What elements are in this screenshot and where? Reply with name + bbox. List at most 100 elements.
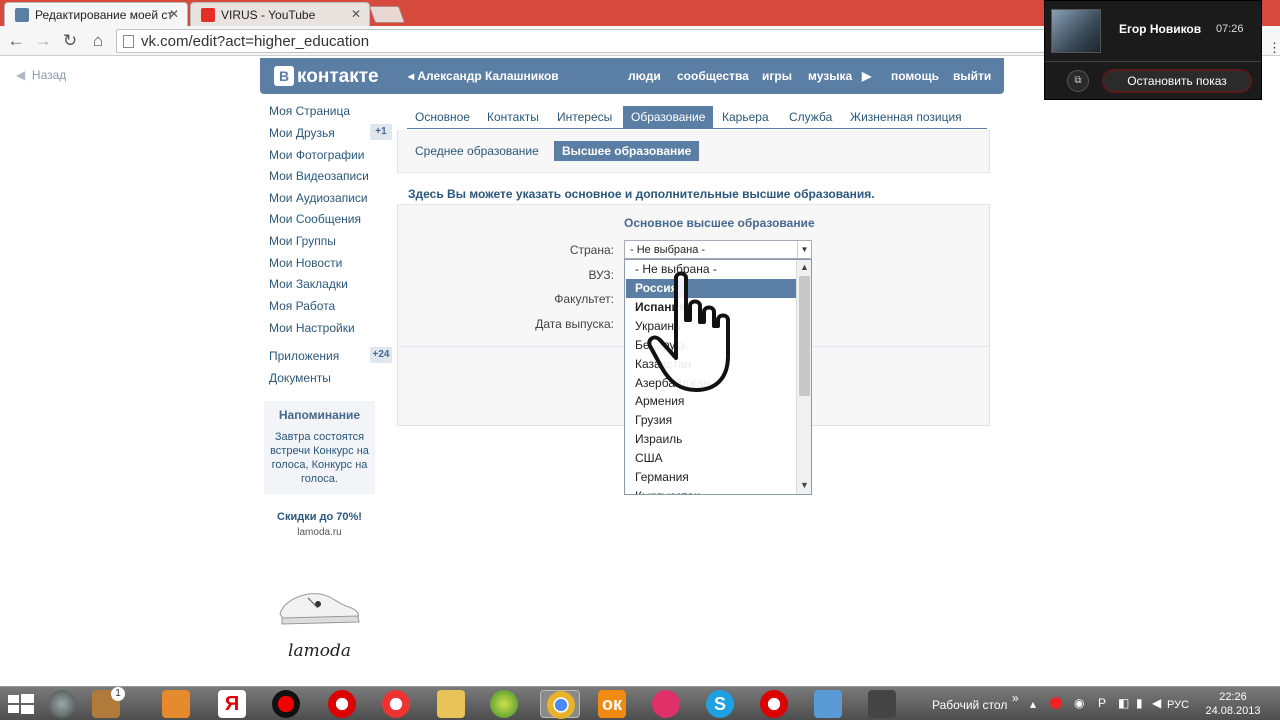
clock-date: 24.08.2013: [1205, 705, 1261, 717]
section-title: Основное высшее образование: [624, 216, 815, 230]
nav-logout[interactable]: выйти: [953, 69, 991, 83]
nav-people[interactable]: люди: [628, 69, 661, 83]
scroll-down-icon[interactable]: ▼: [799, 480, 810, 490]
forward-arrow-icon[interactable]: →: [32, 30, 54, 52]
sidebar-item-groups[interactable]: Мои Группы: [269, 234, 336, 248]
language-indicator[interactable]: РУС: [1167, 699, 1189, 711]
close-icon[interactable]: ✕: [351, 7, 361, 21]
lamoda-logo[interactable]: lamoda: [264, 641, 375, 661]
sneaker-ad-image[interactable]: [274, 580, 364, 630]
tab-youtube[interactable]: VIRUS - YouTube ✕: [190, 2, 370, 26]
control-panel-icon[interactable]: [814, 690, 842, 718]
reload-icon[interactable]: ↻: [59, 30, 81, 52]
lifebuoy-icon[interactable]: [382, 690, 410, 718]
sidebar-item-apps[interactable]: Приложения: [269, 349, 339, 363]
menu-dots-icon[interactable]: ⋮: [1268, 40, 1280, 60]
app-icon[interactable]: [490, 690, 518, 718]
chevron-icon[interactable]: »: [1012, 691, 1019, 705]
sidebar-item-bookmarks[interactable]: Мои Закладки: [269, 277, 348, 291]
stop-sharing-button[interactable]: Остановить показ: [1102, 69, 1252, 93]
sharing-user-name: Егор Новиков: [1119, 22, 1202, 36]
sidebar-item-friends[interactable]: Мои Друзья: [269, 126, 335, 140]
sidebar-item-photos[interactable]: Мои Фотографии: [269, 148, 364, 162]
new-tab-button[interactable]: [368, 6, 406, 23]
media-player-icon[interactable]: [162, 690, 190, 718]
opera-icon[interactable]: [328, 690, 356, 718]
address-bar[interactable]: vk.com/edit?act=higher_education: [116, 29, 1046, 53]
tab-career[interactable]: Карьера: [714, 106, 777, 128]
camera-icon[interactable]: [868, 690, 896, 718]
chrome-icon[interactable]: [540, 690, 580, 719]
close-icon[interactable]: ✕: [169, 7, 179, 21]
triangle-left-icon: ◂: [408, 69, 415, 83]
skype-icon[interactable]: S: [706, 690, 734, 718]
volume-icon[interactable]: ◀: [1152, 696, 1161, 710]
sidebar-item-my-page[interactable]: Моя Страница: [269, 104, 350, 118]
nav-games[interactable]: игры: [762, 69, 792, 83]
ad-block[interactable]: Скидки до 70%! lamoda.ru: [264, 511, 375, 538]
sidebar-item-settings[interactable]: Мои Настройки: [269, 321, 355, 335]
subtab-higher-education[interactable]: Высшее образование: [554, 141, 700, 161]
sidebar-item-videos[interactable]: Мои Видеозаписи: [269, 169, 369, 183]
tab-basic[interactable]: Основное: [407, 106, 478, 128]
sidebar-item-news[interactable]: Мои Новости: [269, 256, 342, 270]
desktop-toolbar-label[interactable]: Рабочий стол: [932, 698, 1007, 712]
tab-service[interactable]: Служба: [781, 106, 840, 128]
popout-icon[interactable]: ⧉: [1067, 70, 1089, 92]
sidebar-item-audio[interactable]: Мои Аудиозаписи: [269, 191, 368, 205]
apps-badge[interactable]: +24: [370, 347, 392, 363]
tray-app-icon[interactable]: ◉: [1074, 696, 1084, 710]
list-item[interactable]: Израиль: [626, 430, 796, 449]
screen: Редактирование моей ст ✕ VIRUS - YouTube…: [0, 0, 1280, 720]
tabs-underline: [407, 128, 987, 129]
header-user-name[interactable]: ◂ Александр Калашников: [408, 69, 559, 83]
country-select-value: - Не выбрана -: [630, 244, 706, 256]
record-icon[interactable]: [272, 690, 300, 718]
opera-icon[interactable]: [760, 690, 788, 718]
sidebar-item-messages[interactable]: Мои Сообщения: [269, 212, 361, 226]
tray-app-icon[interactable]: P: [1098, 696, 1106, 710]
scroll-up-icon[interactable]: ▲: [799, 262, 810, 272]
friends-badge[interactable]: +1: [370, 124, 392, 140]
tray-arrow-icon[interactable]: ▴: [1030, 697, 1036, 711]
yandex-icon[interactable]: Я: [218, 690, 246, 718]
subtab-secondary-education[interactable]: Среднее образование: [407, 141, 547, 161]
play-icon[interactable]: ▶: [862, 69, 871, 83]
nav-help[interactable]: помощь: [891, 69, 939, 83]
chevron-down-icon[interactable]: ▼: [797, 241, 811, 258]
chat-icon[interactable]: [652, 690, 680, 718]
country-select[interactable]: - Не выбрана - ▼: [624, 240, 812, 259]
tab-life-position[interactable]: Жизненная позиция: [842, 106, 970, 128]
back-arrow-icon[interactable]: ←: [5, 30, 27, 52]
nav-communities[interactable]: сообщества: [677, 69, 749, 83]
sharing-timer: 07:26: [1216, 23, 1244, 35]
back-link[interactable]: ◀ Назад: [16, 68, 66, 82]
sidebar-item-work[interactable]: Моя Работа: [269, 299, 335, 313]
network-icon[interactable]: ▮: [1136, 696, 1143, 710]
reminder-box[interactable]: Напоминание Завтра состоятся встречи Кон…: [264, 401, 375, 494]
tray-app-icon[interactable]: ◧: [1118, 696, 1129, 710]
folder-icon[interactable]: [437, 690, 465, 718]
home-icon[interactable]: ⌂: [87, 30, 109, 52]
dropdown-scrollbar[interactable]: ▲ ▼: [796, 260, 811, 494]
user-avatar: [1051, 9, 1101, 53]
list-item[interactable]: Германия: [626, 468, 796, 487]
list-item[interactable]: США: [626, 449, 796, 468]
tab-label: VIRUS - YouTube: [221, 8, 316, 22]
clock[interactable]: 22:26 24.08.2013: [1200, 690, 1266, 718]
tab-contacts[interactable]: Контакты: [479, 106, 547, 128]
hand-cursor-icon: [647, 271, 730, 392]
tray-status-icon[interactable]: [1050, 697, 1062, 709]
vk-logo[interactable]: Bконтакте: [274, 66, 392, 88]
app-icon[interactable]: [48, 690, 76, 718]
list-item[interactable]: Кыргызстан: [626, 487, 796, 494]
tab-interests[interactable]: Интересы: [549, 106, 620, 128]
tab-vk-edit[interactable]: Редактирование моей ст ✕: [4, 2, 188, 26]
sidebar-item-documents[interactable]: Документы: [269, 371, 331, 385]
odnoklassniki-icon[interactable]: ок: [598, 690, 626, 718]
nav-music[interactable]: музыка: [808, 69, 852, 83]
scrollbar-thumb[interactable]: [799, 276, 810, 396]
tab-education[interactable]: Образование: [623, 106, 714, 128]
windows-start-icon[interactable]: [6, 692, 36, 716]
list-item[interactable]: Грузия: [626, 411, 796, 430]
